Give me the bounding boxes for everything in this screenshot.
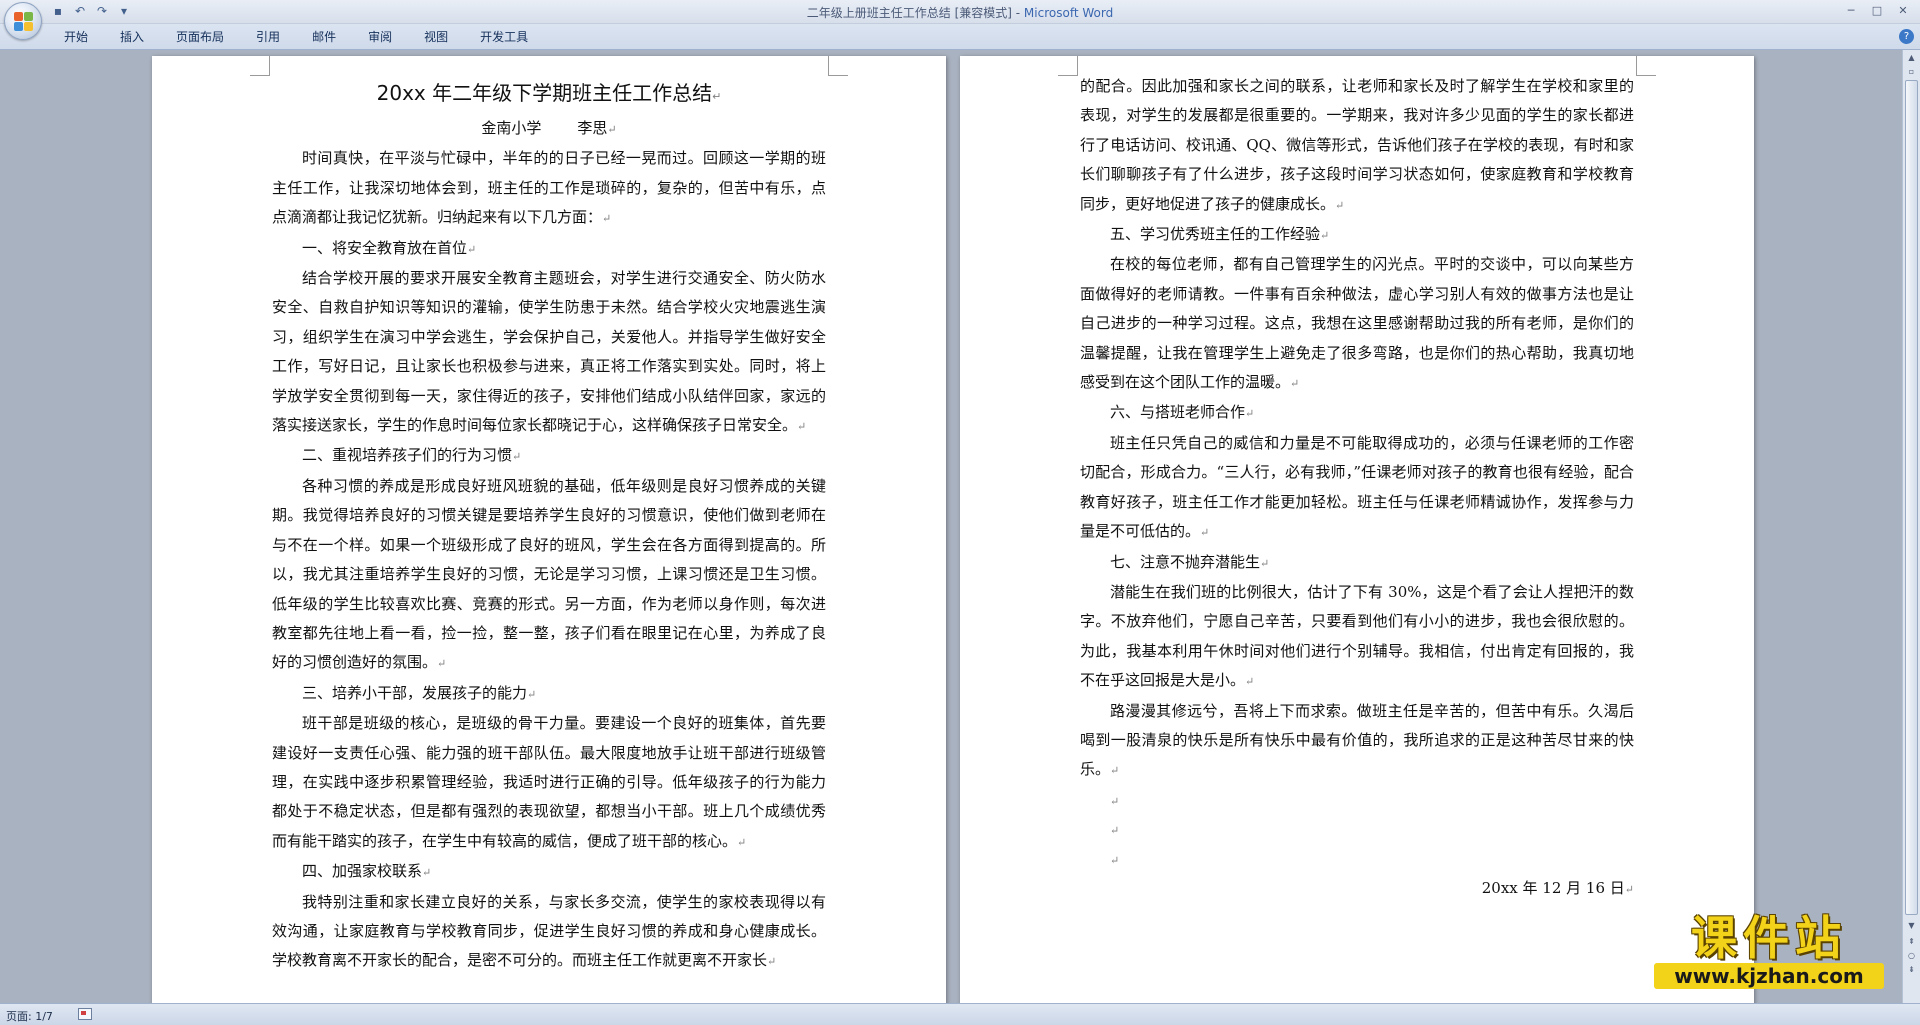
section-heading: 二、重视培养孩子们的行为习惯↵ (302, 446, 522, 465)
ribbon-tab[interactable]: 视图 (408, 24, 464, 50)
body-paragraph: 潜能生在我们班的比例很大，估计了下有 30%，这是个看了会让人捏把汗的数字。不放… (1080, 582, 1634, 690)
next-page-icon[interactable]: ⇟ (1905, 964, 1918, 976)
paragraph-mark: ↵ (602, 212, 612, 226)
minimize-icon[interactable]: ─ (1838, 0, 1864, 20)
ribbon-tabs-bar: 开始 插入 页面布局 引用 邮件 审阅 视图 开发工具 ? (0, 24, 1920, 50)
paragraph-mark: ↵ (737, 835, 747, 849)
body-paragraph: 班主任只凭自己的威信和力量是不可能取得成功的，必须与任课老师的工作密切配合，形成… (1080, 433, 1634, 541)
margin-corner-mark (250, 56, 270, 76)
paragraph-mark: ↵ (1624, 882, 1634, 896)
paragraph-mark: ↵ (1110, 853, 1120, 867)
section-heading: 五、学习优秀班主任的工作经验↵ (1110, 225, 1330, 244)
paragraph-mark: ↵ (1335, 198, 1345, 212)
proofing-status-icon[interactable] (78, 1008, 92, 1020)
site-watermark: 课件站 www.kjzhan.com (1654, 913, 1884, 991)
office-logo-icon (14, 12, 34, 32)
ribbon-tab[interactable]: 引用 (240, 24, 296, 50)
office-button[interactable] (4, 2, 42, 40)
paragraph-mark: ↵ (1245, 675, 1255, 689)
school-name: 金南小学 (481, 119, 542, 137)
paragraph-mark: ↵ (1320, 229, 1330, 243)
paragraph-mark: ↵ (527, 687, 537, 701)
status-bar: 页面: 1/7 (0, 1003, 1920, 1025)
scrollbar-thumb[interactable] (1905, 80, 1918, 915)
body-paragraph: 在校的每位老师，都有自己管理学生的闪光点。平时的交谈中，可以向某些方面做得好的老… (1080, 255, 1634, 392)
page-2-body: 的配合。因此加强和家长之间的联系，让老师和家长及时了解学生在学校和家里的表现，对… (1080, 72, 1634, 904)
page-2-content[interactable]: 的配合。因此加强和家长之间的联系，让老师和家长及时了解学生在学校和家里的表现，对… (1080, 72, 1634, 904)
empty-paragraph: ↵ (1080, 815, 1634, 844)
ribbon-tab[interactable]: 审阅 (352, 24, 408, 50)
section-heading: 三、培养小干部，发展孩子的能力↵ (302, 683, 537, 702)
page-1-body: 时间真快，在平淡与忙碌中，半年的的日子已经一晃而过。回顾这一学期的班主任工作，让… (272, 144, 826, 976)
window-title: 二年级上册班主任工作总结 [兼容模式] - Microsoft Word (0, 4, 1920, 21)
paragraph-mark: ↵ (1260, 556, 1270, 570)
paragraph-mark: ↵ (1110, 824, 1120, 838)
body-paragraph: 的配合。因此加强和家长之间的联系，让老师和家长及时了解学生在学校和家里的表现，对… (1080, 77, 1634, 213)
paragraph-mark: ↵ (1290, 377, 1300, 391)
section-heading: 七、注意不抛弃潜能生↵ (1110, 552, 1270, 571)
ribbon-tabs: 开始 插入 页面布局 引用 邮件 审阅 视图 开发工具 (48, 24, 544, 50)
ribbon-tab[interactable]: 插入 (104, 24, 160, 50)
previous-page-icon[interactable]: ⇞ (1905, 936, 1918, 948)
maximize-icon[interactable]: □ (1864, 0, 1890, 20)
margin-corner-mark (828, 56, 848, 76)
document-title: 20xx 年二年级下学期班主任工作总结↵ (376, 81, 722, 105)
title-bar: ▪ ↶ ↷ ▾ 二年级上册班主任工作总结 [兼容模式] - Microsoft … (0, 0, 1920, 40)
scroll-up-icon[interactable]: ▲ (1905, 52, 1918, 64)
scroll-down-icon[interactable]: ▼ (1905, 920, 1918, 932)
document-page-1[interactable]: 20xx 年二年级下学期班主任工作总结↵ 金南小学 李思 ↵ 时间真快，在平淡与忙碌… (152, 56, 946, 1003)
paragraph-mark: ↵ (1245, 407, 1255, 421)
paragraph-mark: ↵ (1200, 526, 1210, 540)
ribbon-tab[interactable]: 开始 (48, 24, 104, 50)
margin-corner-mark (1058, 56, 1078, 76)
body-paragraph: 时间真快，在平淡与忙碌中，半年的的日子已经一晃而过。回顾这一学期的班主任工作，让… (272, 149, 826, 227)
status-page-count[interactable]: 页面: 1/7 (6, 1008, 53, 1024)
window-controls: ─ □ ✕ (1838, 0, 1916, 20)
empty-paragraph: ↵ (1080, 845, 1634, 874)
empty-paragraph: ↵ (1080, 786, 1634, 815)
browse-object-icon[interactable]: ○ (1905, 950, 1918, 962)
paragraph-mark: ↵ (467, 242, 477, 256)
document-name: 二年级上册班主任工作总结 [兼容模式] - (806, 6, 1024, 20)
paragraph-mark: ↵ (437, 657, 447, 671)
paragraph-mark: ↵ (422, 866, 432, 880)
body-paragraph: 各种习惯的养成是形成良好班风班貌的基础，低年级则是良好习惯养成的关键期。我觉得培… (272, 476, 826, 672)
document-date: 20xx 年 12 月 16 日↵ (1481, 878, 1634, 897)
vertical-scrollbar[interactable]: ▲ ▫ ▼ ⇞ ○ ⇟ (1902, 50, 1920, 1003)
ribbon-tab[interactable]: 开发工具 (464, 24, 544, 50)
watermark-url: www.kjzhan.com (1654, 963, 1884, 989)
document-page-2[interactable]: 的配合。因此加强和家长之间的联系，让老师和家长及时了解学生在学校和家里的表现，对… (960, 56, 1754, 1003)
paragraph-mark: ↵ (1110, 794, 1120, 808)
page-1-content[interactable]: 20xx 年二年级下学期班主任工作总结↵ 金南小学 李思 ↵ 时间真快，在平淡与忙碌… (272, 72, 826, 977)
section-heading: 四、加强家校联系↵ (302, 862, 432, 881)
section-heading: 一、将安全教育放在首位↵ (302, 238, 477, 257)
document-workspace[interactable]: 20xx 年二年级下学期班主任工作总结↵ 金南小学 李思 ↵ 时间真快，在平淡与忙碌… (0, 50, 1902, 1003)
watermark-title: 课件站 (1691, 911, 1847, 965)
body-paragraph: 我特别注重和家长建立良好的关系，与家长多交流，使学生的家校表现得以有效沟通，让家… (272, 892, 826, 970)
body-paragraph: 结合学校开展的要求开展安全教育主题班会，对学生进行交通安全、防火防水安全、自救自… (272, 269, 826, 435)
ribbon-tab[interactable]: 邮件 (296, 24, 352, 50)
author-name: 李思 (577, 119, 608, 137)
section-heading: 六、与搭班老师合作↵ (1110, 403, 1255, 422)
body-paragraph: 路漫漫其修远兮，吾将上下而求索。做班主任是辛苦的，但苦中有乐。久渴后喝到一股清泉… (1080, 701, 1634, 779)
paragraph-mark: ↵ (1110, 764, 1120, 778)
close-icon[interactable]: ✕ (1890, 0, 1916, 20)
help-icon[interactable]: ? (1899, 29, 1914, 44)
margin-corner-mark (1636, 56, 1656, 76)
ribbon-tab[interactable]: 页面布局 (160, 24, 240, 50)
body-paragraph: 班干部是班级的核心，是班级的骨干力量。要建设一个良好的班集体，首先要建设好一支责… (272, 714, 826, 850)
paragraph-mark: ↵ (767, 955, 777, 969)
app-name: Microsoft Word (1023, 6, 1114, 20)
paragraph-mark: ↵ (512, 450, 522, 464)
ruler-toggle-icon[interactable]: ▫ (1905, 66, 1918, 78)
paragraph-mark: ↵ (797, 420, 807, 434)
document-byline: 金南小学 李思↵ (481, 119, 617, 137)
